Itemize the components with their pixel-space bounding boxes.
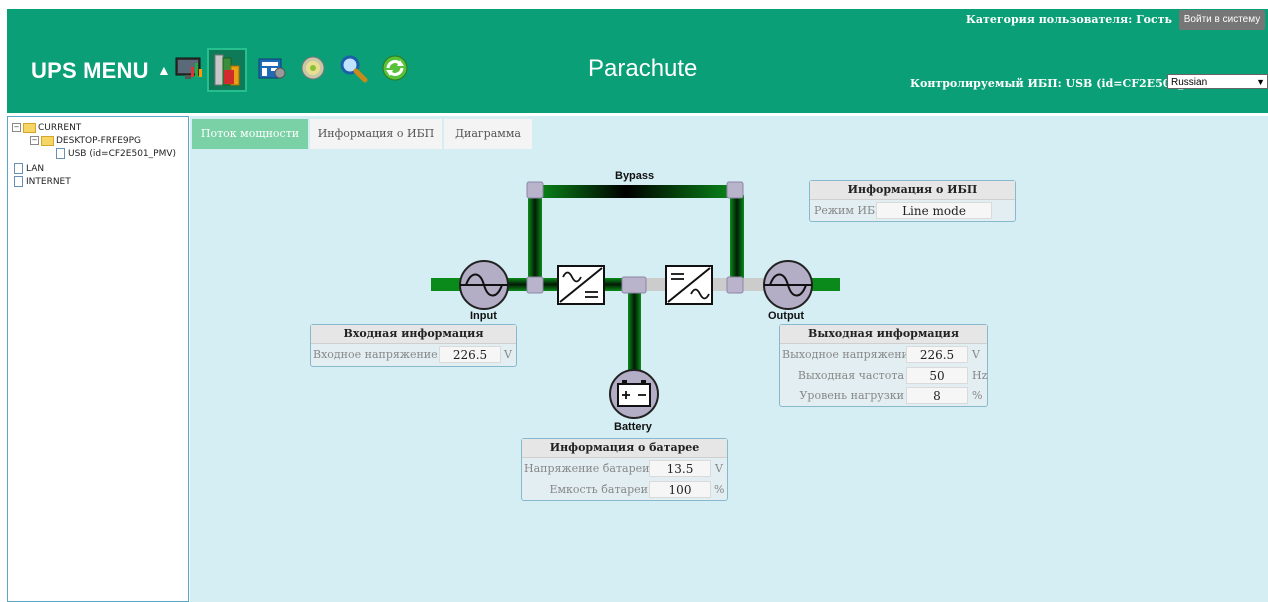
battery-capacity-label: Емкость батареи xyxy=(549,483,648,496)
battery-capacity-value: 100 xyxy=(649,481,711,498)
ups-mode-value: Line mode xyxy=(876,202,992,219)
output-info-panel: Выходная информация Выходное напряжение … xyxy=(779,324,988,407)
ups-mode-label: Режим ИБП xyxy=(814,204,885,217)
inverter-icon xyxy=(665,265,713,305)
battery-voltage-label: Напряжение батареи xyxy=(524,462,650,475)
input-voltage-value: 226.5 xyxy=(439,346,501,363)
bypass-right-riser xyxy=(730,195,744,285)
output-voltage-unit: V xyxy=(972,348,980,361)
output-line-right xyxy=(812,278,840,291)
bus-to-inverter xyxy=(646,278,666,291)
bypass-left-riser xyxy=(528,195,542,285)
junction-box xyxy=(526,181,544,199)
output-voltage-value: 226.5 xyxy=(906,346,968,363)
rectifier-icon xyxy=(557,265,605,305)
battery-info-title: Информация о батарее xyxy=(522,439,727,458)
battery-voltage-value: 13.5 xyxy=(649,460,711,477)
output-frequency-label: Выходная частота xyxy=(797,369,904,382)
bypass-line xyxy=(535,185,737,198)
output-voltage-label: Выходное напряжение xyxy=(782,348,916,361)
junction-box xyxy=(526,276,544,294)
output-frequency-value: 50 xyxy=(906,367,968,384)
output-ac-icon xyxy=(763,260,813,310)
ups-info-title: Информация о ИБП xyxy=(810,181,1015,200)
power-flow-diagram xyxy=(431,181,840,419)
battery-info-panel: Информация о батарее Напряжение батареи … xyxy=(521,438,728,501)
ups-info-panel: Информация о ИБП Режим ИБП Line mode xyxy=(809,180,1016,222)
battery-capacity-unit: % xyxy=(714,483,725,496)
load-level-label: Уровень нагрузки xyxy=(799,389,904,402)
bypass-label: Bypass xyxy=(615,170,655,182)
input-info-title: Входная информация xyxy=(311,325,516,344)
output-info-title: Выходная информация xyxy=(780,325,987,344)
junction-box xyxy=(726,276,744,294)
input-voltage-label: Входное напряжение xyxy=(313,348,438,361)
load-level-unit: % xyxy=(972,389,983,402)
battery-voltage-unit: V xyxy=(715,462,723,475)
input-ac-icon xyxy=(459,260,509,310)
input-label: Input xyxy=(470,310,497,322)
output-label: Output xyxy=(768,310,805,322)
output-frequency-unit: Hz xyxy=(972,369,988,382)
battery-icon xyxy=(609,369,659,419)
load-level-value: 8 xyxy=(906,387,968,404)
input-line-left xyxy=(431,278,461,291)
junction-box xyxy=(726,181,744,199)
input-voltage-unit: V xyxy=(504,348,512,361)
battery-line xyxy=(628,288,641,370)
input-info-panel: Входная информация Входное напряжение 22… xyxy=(310,324,517,367)
junction-box xyxy=(621,276,647,294)
battery-label: Battery xyxy=(614,421,652,433)
